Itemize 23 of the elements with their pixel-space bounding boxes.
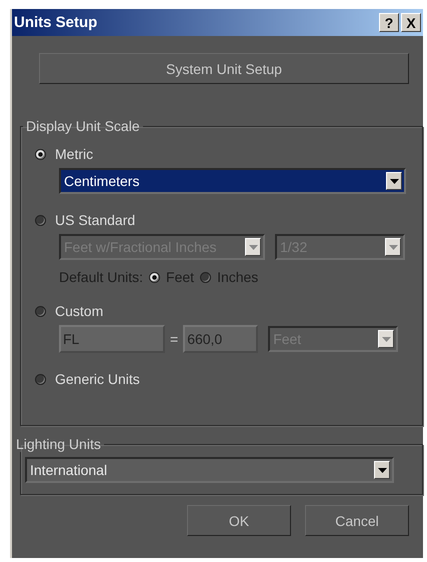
value-field[interactable]: 660,0 <box>183 325 258 353</box>
radio-button[interactable] <box>35 374 46 384</box>
radio-button[interactable] <box>200 272 212 282</box>
radio-label[interactable]: Metric <box>55 146 94 162</box>
radio-label[interactable]: Generic Units <box>55 371 140 387</box>
radio-button[interactable] <box>35 214 46 226</box>
radio-label[interactable]: US Standard <box>55 212 136 228</box>
radio-label[interactable]: Custom <box>55 303 104 319</box>
close-button[interactable]: X <box>401 13 421 32</box>
group-label: Display Unit Scale <box>25 118 141 134</box>
ok-button[interactable]: OK <box>187 505 291 536</box>
radio-button[interactable] <box>35 306 46 316</box>
cancel-button[interactable]: Cancel <box>305 505 409 536</box>
radio-button[interactable] <box>35 148 46 160</box>
radio-button[interactable] <box>149 272 160 282</box>
unit-dropdown[interactable]: Centimeters <box>59 168 406 194</box>
equals-sign: = <box>170 331 178 347</box>
system-unit-setup-button[interactable]: System Unit Setup <box>39 53 409 84</box>
window-title: Units Setup <box>14 14 98 31</box>
lighting-units-dropdown[interactable]: International <box>25 457 394 483</box>
help-button[interactable]: ? <box>379 13 399 32</box>
name-field[interactable]: FL <box>59 325 165 353</box>
group-label: Lighting Units <box>15 436 102 452</box>
